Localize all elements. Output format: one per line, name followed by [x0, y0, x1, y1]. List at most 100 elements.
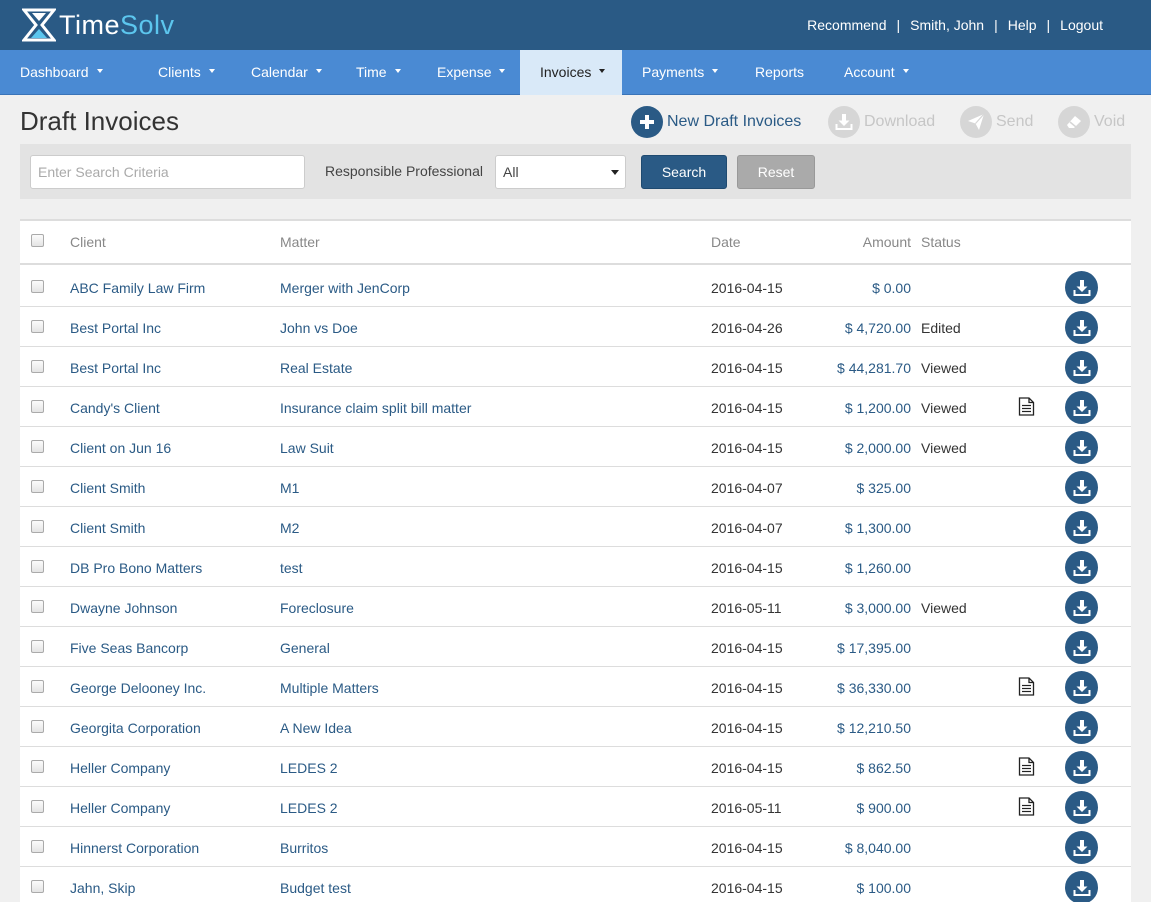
nav-payments[interactable]: Payments — [622, 50, 735, 95]
select-all-checkbox[interactable] — [31, 234, 44, 250]
header-date[interactable]: Date — [711, 234, 741, 250]
row-checkbox[interactable] — [31, 680, 44, 696]
invoice-amount-link[interactable]: $ 900.00 — [857, 800, 912, 816]
invoice-amount-link[interactable]: $ 325.00 — [857, 480, 912, 496]
invoice-amount-link[interactable]: $ 2,000.00 — [845, 440, 911, 456]
user-name-link[interactable]: Smith, John — [910, 17, 984, 33]
document-note-icon[interactable] — [1018, 757, 1035, 779]
nav-expense[interactable]: Expense — [417, 50, 520, 95]
client-link[interactable]: Hinnerst Corporation — [70, 840, 199, 856]
client-link[interactable]: Client Smith — [70, 480, 145, 496]
matter-link[interactable]: Budget test — [280, 880, 351, 896]
new-draft-invoices-button[interactable]: New Draft Invoices — [631, 105, 801, 139]
matter-link[interactable]: LEDES 2 — [280, 760, 338, 776]
row-checkbox[interactable] — [31, 440, 44, 456]
client-link[interactable]: Client on Jun 16 — [70, 440, 171, 456]
row-checkbox[interactable] — [31, 560, 44, 576]
row-download-button[interactable] — [1065, 351, 1098, 384]
row-download-button[interactable] — [1065, 591, 1098, 624]
search-input[interactable] — [30, 155, 305, 189]
matter-link[interactable]: General — [280, 640, 330, 656]
invoice-amount-link[interactable]: $ 4,720.00 — [845, 320, 911, 336]
client-link[interactable]: Heller Company — [70, 800, 170, 816]
row-download-button[interactable] — [1065, 791, 1098, 824]
matter-link[interactable]: Law Suit — [280, 440, 334, 456]
matter-link[interactable]: LEDES 2 — [280, 800, 338, 816]
row-download-button[interactable] — [1065, 271, 1098, 304]
client-link[interactable]: Best Portal Inc — [70, 320, 161, 336]
matter-link[interactable]: Insurance claim split bill matter — [280, 400, 471, 416]
row-checkbox[interactable] — [31, 520, 44, 536]
client-link[interactable]: Best Portal Inc — [70, 360, 161, 376]
invoice-amount-link[interactable]: $ 36,330.00 — [837, 680, 911, 696]
matter-link[interactable]: Real Estate — [280, 360, 352, 376]
matter-link[interactable]: M2 — [280, 520, 299, 536]
send-button[interactable]: Send — [960, 105, 1033, 139]
row-download-button[interactable] — [1065, 551, 1098, 584]
search-button[interactable]: Search — [641, 155, 727, 189]
row-download-button[interactable] — [1065, 431, 1098, 464]
row-download-button[interactable] — [1065, 751, 1098, 784]
client-link[interactable]: Candy's Client — [70, 400, 160, 416]
nav-time[interactable]: Time — [336, 50, 418, 95]
invoice-amount-link[interactable]: $ 12,210.50 — [837, 720, 911, 736]
matter-link[interactable]: Burritos — [280, 840, 328, 856]
invoice-amount-link[interactable]: $ 8,040.00 — [845, 840, 911, 856]
invoice-amount-link[interactable]: $ 1,300.00 — [845, 520, 911, 536]
row-download-button[interactable] — [1065, 471, 1098, 504]
row-checkbox[interactable] — [31, 720, 44, 736]
invoice-amount-link[interactable]: $ 862.50 — [857, 760, 912, 776]
matter-link[interactable]: M1 — [280, 480, 299, 496]
row-download-button[interactable] — [1065, 671, 1098, 704]
matter-link[interactable]: Merger with JenCorp — [280, 280, 410, 296]
client-link[interactable]: Georgita Corporation — [70, 720, 201, 736]
nav-clients[interactable]: Clients — [138, 50, 238, 95]
document-note-icon[interactable] — [1018, 797, 1035, 819]
matter-link[interactable]: Foreclosure — [280, 600, 354, 616]
invoice-amount-link[interactable]: $ 0.00 — [872, 280, 911, 296]
help-link[interactable]: Help — [1008, 17, 1037, 33]
header-status[interactable]: Status — [921, 234, 961, 250]
invoice-amount-link[interactable]: $ 1,260.00 — [845, 560, 911, 576]
recommend-link[interactable]: Recommend — [807, 17, 886, 33]
row-download-button[interactable] — [1065, 631, 1098, 664]
row-download-button[interactable] — [1065, 391, 1098, 424]
invoice-amount-link[interactable]: $ 100.00 — [857, 880, 912, 896]
row-download-button[interactable] — [1065, 311, 1098, 344]
client-link[interactable]: George Delooney Inc. — [70, 680, 206, 696]
invoice-amount-link[interactable]: $ 1,200.00 — [845, 400, 911, 416]
client-link[interactable]: ABC Family Law Firm — [70, 280, 205, 296]
row-download-button[interactable] — [1065, 511, 1098, 544]
download-button[interactable]: Download — [828, 105, 935, 139]
document-note-icon[interactable] — [1018, 677, 1035, 699]
logout-link[interactable]: Logout — [1060, 17, 1103, 33]
invoice-amount-link[interactable]: $ 3,000.00 — [845, 600, 911, 616]
client-link[interactable]: Heller Company — [70, 760, 170, 776]
matter-link[interactable]: John vs Doe — [280, 320, 358, 336]
row-checkbox[interactable] — [31, 400, 44, 416]
invoice-amount-link[interactable]: $ 44,281.70 — [837, 360, 911, 376]
nav-account[interactable]: Account — [824, 50, 928, 95]
client-link[interactable]: Jahn, Skip — [70, 880, 135, 896]
row-checkbox[interactable] — [31, 840, 44, 856]
row-download-button[interactable] — [1065, 711, 1098, 744]
row-checkbox[interactable] — [31, 600, 44, 616]
nav-calendar[interactable]: Calendar — [231, 50, 337, 95]
row-checkbox[interactable] — [31, 760, 44, 776]
matter-link[interactable]: Multiple Matters — [280, 680, 379, 696]
invoice-amount-link[interactable]: $ 17,395.00 — [837, 640, 911, 656]
header-amount[interactable]: Amount — [863, 234, 911, 250]
header-matter[interactable]: Matter — [280, 234, 320, 250]
nav-reports[interactable]: Reports — [735, 50, 824, 95]
row-download-button[interactable] — [1065, 831, 1098, 864]
row-checkbox[interactable] — [31, 360, 44, 376]
void-button[interactable]: Void — [1058, 105, 1125, 139]
document-note-icon[interactable] — [1018, 397, 1035, 419]
row-checkbox[interactable] — [31, 640, 44, 656]
client-link[interactable]: Five Seas Bancorp — [70, 640, 188, 656]
client-link[interactable]: Client Smith — [70, 520, 145, 536]
nav-dashboard[interactable]: Dashboard — [0, 50, 118, 95]
row-checkbox[interactable] — [31, 320, 44, 336]
header-client[interactable]: Client — [70, 234, 106, 250]
client-link[interactable]: DB Pro Bono Matters — [70, 560, 202, 576]
